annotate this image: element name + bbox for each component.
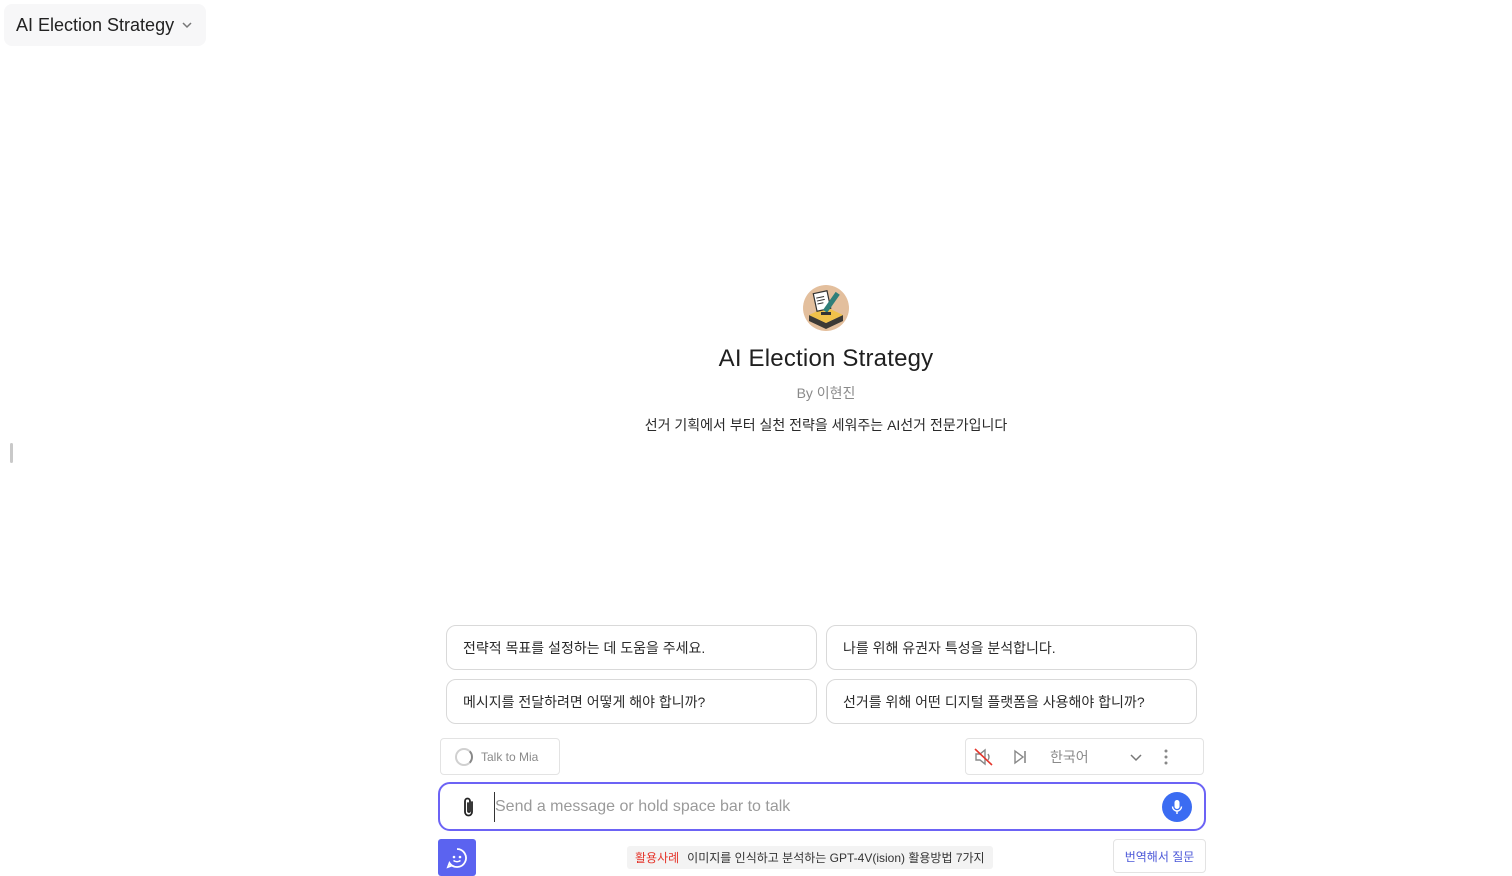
- bot-author: By 이현진: [797, 383, 856, 403]
- chat-page: AI Election Strategy AI Election Strateg…: [0, 0, 1512, 876]
- model-name: AI Election Strategy: [16, 14, 175, 35]
- model-selector[interactable]: AI Election Strategy: [4, 4, 207, 46]
- paperclip-icon[interactable]: [458, 796, 480, 818]
- suggestion-grid: 전략적 목표를 설정하는 데 도움을 주세요. 나를 위해 유권자 특성을 분석…: [446, 625, 1198, 724]
- suggestion-chip[interactable]: 전략적 목표를 설정하는 데 도움을 주세요.: [446, 625, 817, 670]
- bot-face-icon[interactable]: [438, 839, 476, 876]
- message-input[interactable]: [494, 791, 1162, 822]
- language-select[interactable]: 한국어: [1038, 747, 1148, 767]
- language-value: 한국어: [1050, 748, 1089, 765]
- suggestion-chip[interactable]: 메시지를 전달하려면 어떻게 해야 합니까?: [446, 679, 817, 724]
- loading-spinner-icon: [455, 747, 473, 766]
- message-composer: [438, 782, 1206, 831]
- mute-speaker-icon[interactable]: [966, 747, 1002, 766]
- suggestion-chip[interactable]: 나를 위해 유권자 특성을 분석합니다.: [826, 625, 1197, 670]
- ballot-box-icon: [803, 285, 849, 331]
- suggestion-chip[interactable]: 선거를 위해 어떤 디지털 플랫폼을 사용해야 합니까?: [826, 679, 1197, 724]
- voice-controls: 한국어: [965, 738, 1204, 775]
- talk-to-mia-button[interactable]: Talk to Mia: [440, 738, 560, 775]
- skip-forward-icon[interactable]: [1002, 749, 1038, 765]
- talk-label: Talk to Mia: [481, 749, 539, 764]
- bot-title: AI Election Strategy: [718, 345, 934, 372]
- bot-description: 선거 기획에서 부터 실천 전략을 세워주는 AI선거 전문가입니다: [644, 417, 1008, 433]
- promo-tag: 활용사례: [635, 851, 680, 865]
- promo-text: 이미지를 인식하고 분석하는 GPT-4V(ision) 활용방법 7가지: [687, 851, 985, 865]
- translate-ask-button[interactable]: 번역해서 질문: [1113, 839, 1206, 873]
- chevron-down-icon: [1130, 749, 1142, 765]
- author-name: 이현진: [816, 385, 856, 401]
- promo-banner[interactable]: 활용사례 이미지를 인식하고 분석하는 GPT-4V(ision) 활용방법 7…: [627, 846, 993, 869]
- microphone-icon[interactable]: [1162, 791, 1192, 822]
- chevron-down-icon: [182, 21, 192, 32]
- bot-intro: AI Election Strategy By 이현진 선거 기획에서 부터 실…: [0, 285, 1512, 435]
- author-prefix: By: [796, 385, 813, 401]
- sidebar-resize-handle[interactable]: [10, 443, 13, 463]
- more-options-icon[interactable]: [1148, 749, 1184, 765]
